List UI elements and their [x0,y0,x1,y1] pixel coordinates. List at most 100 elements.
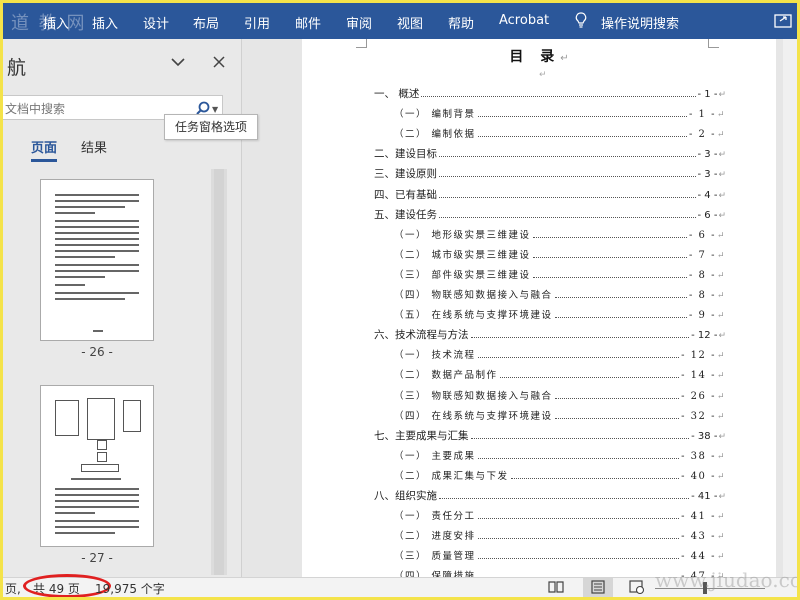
paragraph-mark: ↵ [716,250,726,261]
toc-title-text: 目 录 [509,49,561,65]
tab-mailings[interactable]: 邮件 [295,13,321,32]
share-icon[interactable] [774,12,792,28]
toc-entry-page: - 12 - [691,330,718,342]
toc-entry[interactable]: 三、建设原则 - 3 - ↵ [374,166,726,180]
toc-entry-text: （二） 成果汇集与下发 [394,470,509,482]
toc-entry[interactable]: （二） 城市级实景三维建设 - 7 - ↵ [394,247,726,261]
toc-leader-dots [477,356,680,359]
lightbulb-icon[interactable] [575,12,587,28]
toc-entry-text: （一） 主要成果 [394,450,476,462]
document-page[interactable]: 目 录 ↵ ↵ 一、 概述 - 1 - ↵ （一） 编制背景 - 1 - ↵ （二） 编制依据… [302,39,776,577]
toc-entry-text: （五） 在线系统与支撑环境建设 [394,310,553,322]
toc-entry[interactable]: 一、 概述 - 1 - ↵ [374,86,726,100]
toc-leader-dots [477,557,680,560]
toc-entry-page: - 2 - [688,129,716,141]
toc-entry-text: （二） 编制依据 [394,129,476,141]
tab-acrobat[interactable]: Acrobat [499,13,549,28]
toc-entry[interactable]: （五） 在线系统与支撑环境建设 - 9 - ↵ [394,307,726,321]
paragraph-mark: ↵ [716,512,726,523]
app-window: 道 教 网 插入 插入 设计 布局 引用 邮件 审阅 视图 帮助 Acrobat… [0,0,800,600]
toc-entry[interactable]: （三） 部件级实景三维建设 - 8 - ↵ [394,267,726,281]
toc-entry-text: （四） 在线系统与支撑环境建设 [394,410,553,422]
search-placeholder: 文档中搜索 [5,102,66,116]
toc-entry-page: - 26 - [681,390,716,402]
toc-entry[interactable]: （四） 在线系统与支撑环境建设 - 32 - ↵ [394,408,726,422]
toc-leader-dots [477,537,680,540]
tab-references[interactable]: 引用 [244,13,270,32]
document-area: 目 录 ↵ ↵ 一、 概述 - 1 - ↵ （一） 编制背景 - 1 - ↵ （二） 编制依据… [242,39,797,577]
toc-entry[interactable]: （一） 责任分工 - 41 - ↵ [394,508,726,522]
page-number-label: - 27 - [81,551,113,565]
document-scrollbar[interactable] [783,39,797,577]
toc-entry-text: 八、组织实施 [374,490,437,502]
toc-entry[interactable]: （二） 数据产品制作 - 14 - ↵ [394,367,726,381]
close-icon[interactable] [212,55,226,69]
toc-entry-page: - 6 - [688,229,716,241]
page-thumbnail[interactable] [40,179,154,341]
toc-entry[interactable]: （一） 技术流程 - 12 - ↵ [394,347,726,361]
toc-entry-text: 六、技术流程与方法 [374,329,469,342]
page-thumbnail[interactable] [40,385,154,547]
paragraph-mark: ↵ [718,331,726,342]
toc-entry[interactable]: （二） 编制依据 - 2 - ↵ [394,126,726,140]
toc-entry-text: （三） 质量管理 [394,551,476,563]
tab-insert[interactable]: 插入 [92,13,118,32]
toc-leader-dots [532,236,687,238]
status-page-prefix: 页, [5,582,21,596]
toc-entry-page: - 6 - [697,209,718,221]
paragraph-mark: ↵ [718,90,726,100]
toc-leader-dots [439,216,696,218]
toc-entry[interactable]: 二、建设目标 - 3 - ↵ [374,146,726,160]
toc-entry-text: （一） 地形级实景三维建设 [394,229,531,241]
toc-entry-page: - 43 - [681,531,716,543]
toc-entry[interactable]: （三） 质量管理 - 44 - ↵ [394,548,726,562]
toc-entry[interactable]: （四） 物联感知数据接入与融合 - 8 - ↵ [394,287,726,301]
toc-entry-text: （三） 部件级实景三维建设 [394,269,531,281]
toc-entry[interactable]: （二） 进度安排 - 43 - ↵ [394,528,726,542]
toc-leader-dots [470,336,690,339]
paragraph-mark: ↵ [716,291,726,301]
toc-entry-text: （二） 城市级实景三维建设 [394,249,531,261]
print-layout-icon[interactable] [590,580,606,594]
tab-view[interactable]: 视图 [397,13,423,32]
toc-leader-dots [554,417,680,419]
toc-entry[interactable]: （一） 主要成果 - 38 - ↵ [394,448,726,462]
tab-results[interactable]: 结果 [81,137,107,156]
toc-entry[interactable]: 四、已有基础 - 4 - ↵ [374,187,726,201]
toc-entry[interactable]: （一） 编制背景 - 1 - ↵ [394,106,726,120]
paragraph-mark: ↵ [716,311,726,322]
toc-entry[interactable]: （二） 成果汇集与下发 - 40 - ↵ [394,468,726,482]
toc-entry-page: - 9 - [688,310,716,322]
toc-entry[interactable]: 八、组织实施 - 41 - ↵ [374,488,726,502]
nav-scrollbar[interactable] [211,169,227,575]
toc-entry-text: 四、已有基础 [374,188,437,201]
toc-entry-text: 二、建设目标 [374,148,437,161]
toc-leader-dots [439,497,690,499]
tooltip-task-pane-options: 任务窗格选项 [164,114,258,140]
paragraph-mark: ↵ [716,371,726,382]
toc-entry[interactable]: （三） 物联感知数据接入与融合 - 26 - ↵ [394,388,726,402]
paragraph-mark: ↵ [716,130,726,141]
tab-pages[interactable]: 页面 [31,137,58,162]
search-options-chevron-icon[interactable]: ▼ [212,105,218,114]
search-icon[interactable] [196,101,210,115]
chevron-down-icon[interactable] [170,56,186,68]
toc-entry-page: - 41 - [691,491,718,502]
web-layout-icon[interactable] [629,580,645,594]
toc-entry[interactable]: （一） 地形级实景三维建设 - 6 - ↵ [394,227,726,241]
tab-layout[interactable]: 布局 [193,13,219,32]
toc-entry[interactable]: 七、主要成果与汇集 - 38 - ↵ [374,428,726,442]
tab-help[interactable]: 帮助 [448,13,474,32]
tab-partial[interactable]: 插入 [43,13,69,32]
tab-review[interactable]: 审阅 [346,13,372,32]
toc-leader-dots [470,437,690,439]
page-thumbnails: - 26 - - 27 - [3,175,241,577]
status-word-count[interactable]: 19,975 个字 [95,580,165,597]
tell-me-search[interactable]: 操作说明搜索 [601,13,679,32]
tab-design[interactable]: 设计 [143,13,169,32]
toc-entry[interactable]: 六、技术流程与方法 - 12 - ↵ [374,327,726,341]
nav-scrollbar-thumb[interactable] [214,169,224,575]
toc-entry[interactable]: 五、建设任务 - 6 - ↵ [374,207,726,221]
toc-entry-page: - 41 - [681,511,716,523]
read-mode-icon[interactable] [548,580,564,594]
